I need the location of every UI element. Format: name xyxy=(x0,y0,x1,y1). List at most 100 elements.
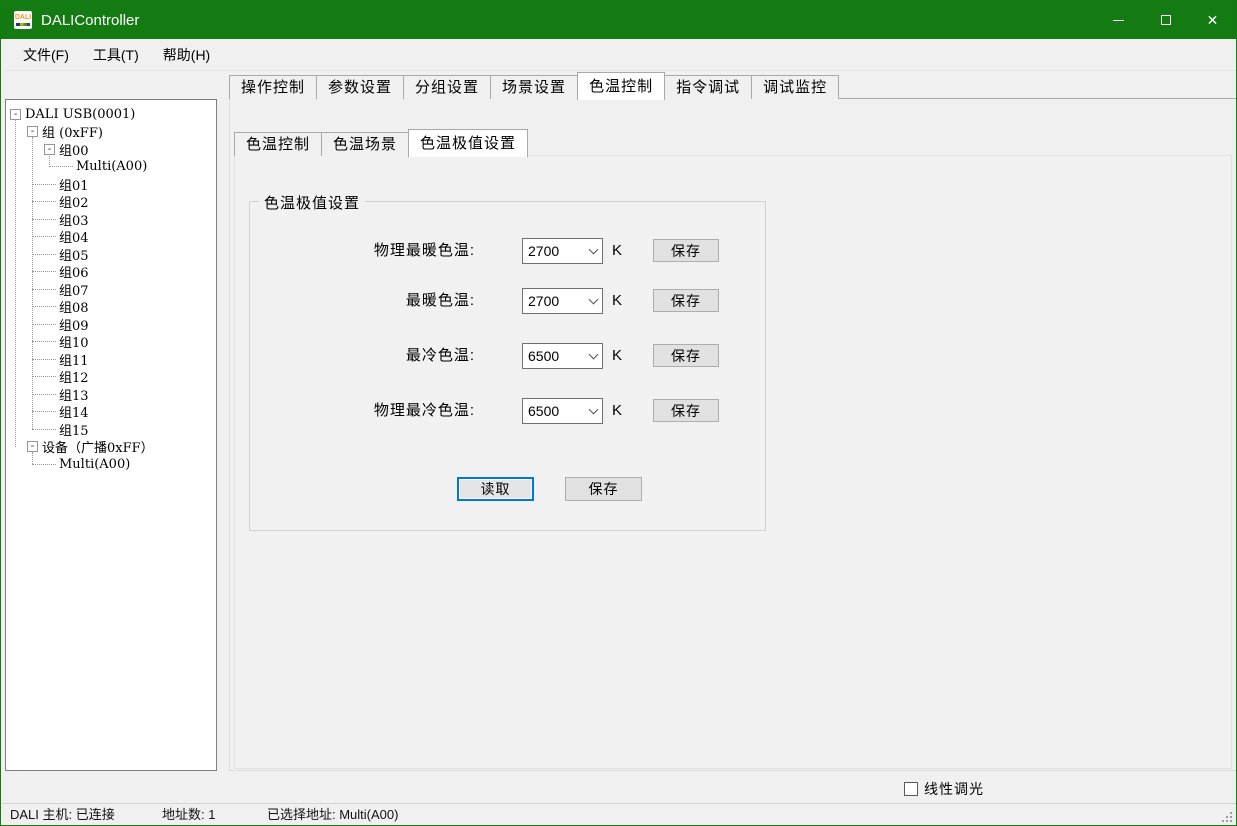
app-icon-text: DALI xyxy=(15,14,31,22)
tree-item-label: 组06 xyxy=(59,262,89,281)
main-tab-0[interactable]: 操作控制 xyxy=(229,75,317,99)
tree-item[interactable]: 组07 xyxy=(32,280,89,298)
tree-item[interactable]: 组15 xyxy=(32,420,89,438)
tree-item[interactable]: 组08 xyxy=(32,298,89,316)
tree-connector-icon xyxy=(32,403,56,412)
tree-item[interactable]: 组05 xyxy=(32,245,89,263)
tree-connector-icon xyxy=(32,456,56,465)
tree-item[interactable]: -设备（广播0xFF） xyxy=(27,438,154,456)
read-button[interactable]: 读取 xyxy=(457,477,534,501)
dali-logo-icon: DALI xyxy=(14,11,32,29)
tree-item-label: 组05 xyxy=(59,245,89,264)
ct-value: 2700 xyxy=(523,243,584,259)
row-save-button[interactable]: 保存 xyxy=(653,344,719,367)
ct-value-combobox[interactable]: 2700 xyxy=(522,288,603,314)
ct-value-combobox[interactable]: 2700 xyxy=(522,238,603,264)
collapse-minus-icon[interactable]: - xyxy=(27,441,38,452)
tree-item[interactable]: Multi(A00) xyxy=(32,455,130,473)
collapse-minus-icon[interactable]: - xyxy=(27,126,38,137)
close-icon: ✕ xyxy=(1207,13,1219,27)
sub-tab-2[interactable]: 色温极值设置 xyxy=(408,129,528,157)
tree-connector-icon xyxy=(32,316,56,325)
tree-item[interactable]: 组13 xyxy=(32,385,89,403)
tree-item[interactable]: 组01 xyxy=(32,175,89,193)
maximize-icon xyxy=(1161,15,1171,25)
chevron-down-icon[interactable] xyxy=(584,344,602,368)
menu-item-2[interactable]: 帮助(H) xyxy=(151,38,222,72)
chevron-down-icon[interactable] xyxy=(584,399,602,423)
tree-item[interactable]: 组11 xyxy=(32,350,89,368)
tree-guide xyxy=(15,119,16,447)
tree-item-label: 组12 xyxy=(59,367,89,386)
tree-item[interactable]: -组 (0xFF) xyxy=(27,123,103,141)
tree-connector-icon xyxy=(32,333,56,342)
ct-value-combobox[interactable]: 6500 xyxy=(522,343,603,369)
tree-item[interactable]: Multi(A00) xyxy=(49,158,147,176)
main-tab-strip: 操作控制参数设置分组设置场景设置色温控制指令调试调试监控 xyxy=(229,71,838,99)
tree-item[interactable]: 组09 xyxy=(32,315,89,333)
ct-unit-label: K xyxy=(612,288,622,314)
minimize-button[interactable] xyxy=(1095,1,1142,39)
tree-item-label: 组11 xyxy=(59,350,89,369)
tree-guide xyxy=(32,137,33,430)
status-address-count: 地址数: 1 xyxy=(162,804,215,826)
row-save-button[interactable]: 保存 xyxy=(653,239,719,262)
main-tab-2[interactable]: 分组设置 xyxy=(403,75,491,99)
window-title: DALIController xyxy=(41,12,139,29)
ct-unit-label: K xyxy=(612,398,622,424)
window-controls: ✕ xyxy=(1095,1,1236,39)
tree-item-label: 组00 xyxy=(59,140,89,159)
main-tab-3[interactable]: 场景设置 xyxy=(490,75,578,99)
status-selected-address: 已选择地址: Multi(A00) xyxy=(267,804,398,826)
main-tab-1[interactable]: 参数设置 xyxy=(316,75,404,99)
row-save-button[interactable]: 保存 xyxy=(653,289,719,312)
ct-limit-row-2: 最冷色温:6500K保存 xyxy=(250,343,765,369)
tree-connector-icon xyxy=(32,386,56,395)
tree-item[interactable]: 组03 xyxy=(32,210,89,228)
save-all-button[interactable]: 保存 xyxy=(565,477,642,501)
tree-item[interactable]: 组02 xyxy=(32,193,89,211)
chevron-down-icon[interactable] xyxy=(584,289,602,313)
app-window: DALI DALIController ✕ 文件(F)工具(T)帮助(H) -D… xyxy=(0,0,1237,826)
chevron-down-icon[interactable] xyxy=(584,239,602,263)
ct-value: 2700 xyxy=(523,293,584,309)
ct-limit-row-3: 物理最冷色温: 6500 K 保存 xyxy=(250,398,765,424)
ct-value-combobox[interactable]: 6500 xyxy=(522,398,603,424)
ct-limit-label: 物理最冷色温: xyxy=(250,398,475,424)
collapse-minus-icon[interactable]: - xyxy=(44,144,55,155)
maximize-button[interactable] xyxy=(1142,1,1189,39)
row-save-button[interactable]: 保存 xyxy=(653,399,719,422)
main-tab-4[interactable]: 色温控制 xyxy=(577,72,665,100)
groupbox-title: 色温极值设置 xyxy=(259,192,365,213)
collapse-minus-icon[interactable]: - xyxy=(10,109,21,120)
tree-item-label: Multi(A00) xyxy=(76,159,147,174)
tree-item[interactable]: 组06 xyxy=(32,263,89,281)
main-tab-6[interactable]: 调试监控 xyxy=(751,75,839,99)
device-tree: -DALI USB(0001)-组 (0xFF)-组00Multi(A00)组0… xyxy=(5,99,217,771)
minimize-icon xyxy=(1113,20,1124,21)
status-connection: DALI 主机: 已连接 xyxy=(10,804,115,826)
menu-item-1[interactable]: 工具(T) xyxy=(81,38,151,72)
ct-unit-label: K xyxy=(612,343,622,369)
status-bar: DALI 主机: 已连接 地址数: 1 已选择地址: Multi(A00) xyxy=(2,803,1237,826)
resize-grip-icon[interactable] xyxy=(1220,810,1232,822)
tree-item[interactable]: -组00 xyxy=(44,140,89,158)
tree-item[interactable]: -DALI USB(0001) xyxy=(10,105,135,123)
main-tab-5[interactable]: 指令调试 xyxy=(664,75,752,99)
menu-bar: 文件(F)工具(T)帮助(H) xyxy=(2,39,1237,71)
tree-item-label: 组09 xyxy=(59,315,89,334)
title-bar: DALI DALIController ✕ xyxy=(1,1,1236,39)
menu-item-0[interactable]: 文件(F) xyxy=(11,38,81,72)
sub-tab-1[interactable]: 色温场景 xyxy=(321,132,409,156)
tree-item[interactable]: 组10 xyxy=(32,333,89,351)
tree-connector-icon xyxy=(32,298,56,307)
tree-item[interactable]: 组12 xyxy=(32,368,89,386)
linear-dimming-checkbox[interactable] xyxy=(904,782,918,796)
tree-item[interactable]: 组04 xyxy=(32,228,89,246)
tree-item-label: 组04 xyxy=(59,227,89,246)
tree-guide xyxy=(32,452,33,465)
app-icon-stripes xyxy=(16,23,30,26)
tree-item[interactable]: 组14 xyxy=(32,403,89,421)
sub-tab-0[interactable]: 色温控制 xyxy=(234,132,322,156)
close-button[interactable]: ✕ xyxy=(1189,1,1236,39)
